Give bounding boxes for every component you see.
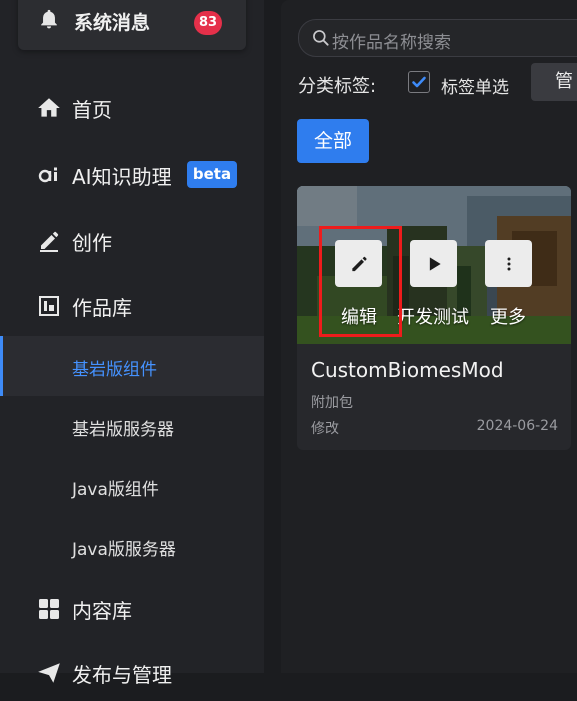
category-tags-label: 分类标签: xyxy=(298,76,377,97)
nav-content-library[interactable]: 内容库 xyxy=(0,581,264,637)
nav-content-label: 内容库 xyxy=(72,598,132,623)
single-select-checkbox[interactable] xyxy=(408,71,430,93)
dev-test-label: 开发测试 xyxy=(397,307,469,328)
unread-count-badge: 83 xyxy=(194,11,222,35)
system-messages-title: 系统消息 xyxy=(74,12,151,34)
nav-bedrock-servers[interactable]: 基岩版服务器 xyxy=(0,396,264,456)
dev-test-button[interactable] xyxy=(410,240,457,287)
nav-java-components[interactable]: Java版组件 xyxy=(0,456,264,516)
main-panel: 按作品名称搜索 分类标签: 标签单选 管 全部 编辑 开发测试 更多 Custo… xyxy=(281,0,577,673)
nav-java-components-label: Java版组件 xyxy=(72,480,159,500)
nav-create[interactable]: 创作 xyxy=(0,213,264,269)
nav-home-label: 首页 xyxy=(72,97,112,122)
library-icon xyxy=(36,293,62,319)
nav-ai-label: AI知识助理 xyxy=(72,164,172,189)
ai-icon xyxy=(36,162,62,188)
sidebar: 系统消息 83 首页 AI知识助理 beta 创作 作品库 基岩版组件 基岩版服… xyxy=(0,0,264,687)
nav-library[interactable]: 作品库 xyxy=(0,278,264,334)
project-thumbnail: 编辑 开发测试 更多 xyxy=(297,186,571,344)
nav-create-label: 创作 xyxy=(72,230,112,255)
nav-java-servers[interactable]: Java版服务器 xyxy=(0,516,264,576)
search-input[interactable]: 按作品名称搜索 xyxy=(298,19,577,57)
nav-bedrock-components-label: 基岩版组件 xyxy=(72,360,157,380)
home-icon xyxy=(36,95,62,121)
nav-home[interactable]: 首页 xyxy=(0,80,264,136)
project-status: 修改 xyxy=(311,421,339,437)
more-button[interactable] xyxy=(485,240,532,287)
active-indicator xyxy=(0,336,3,396)
nav-java-servers-label: Java版服务器 xyxy=(72,540,176,560)
project-title: CustomBiomesMod xyxy=(311,358,504,382)
nav-publish[interactable]: 发布与管理 xyxy=(0,645,264,701)
play-icon xyxy=(429,256,441,271)
more-label: 更多 xyxy=(490,307,526,328)
project-type: 附加包 xyxy=(311,395,353,411)
search-icon xyxy=(313,30,329,46)
search-placeholder: 按作品名称搜索 xyxy=(332,33,451,53)
grid-icon xyxy=(36,596,62,622)
send-icon xyxy=(36,660,62,686)
nav-ai-assistant[interactable]: AI知识助理 beta xyxy=(0,147,264,203)
nav-bedrock-servers-label: 基岩版服务器 xyxy=(72,420,174,440)
nav-library-label: 作品库 xyxy=(72,295,132,320)
project-date: 2024-06-24 xyxy=(476,418,558,434)
single-select-label: 标签单选 xyxy=(441,78,509,98)
system-messages-button[interactable]: 系统消息 83 xyxy=(18,0,246,50)
bell-icon xyxy=(41,9,57,29)
beta-badge: beta xyxy=(187,161,237,188)
nav-publish-label: 发布与管理 xyxy=(72,662,172,687)
more-icon xyxy=(507,257,510,270)
pencil-icon xyxy=(36,228,62,254)
edit-highlight-box xyxy=(319,226,402,337)
project-card[interactable]: 编辑 开发测试 更多 CustomBiomesMod 附加包 修改 2024-0… xyxy=(297,186,571,450)
manage-tags-button[interactable]: 管 xyxy=(531,63,577,101)
check-icon xyxy=(412,76,426,88)
tag-all-button[interactable]: 全部 xyxy=(297,119,369,163)
nav-bedrock-components[interactable]: 基岩版组件 xyxy=(0,336,264,396)
